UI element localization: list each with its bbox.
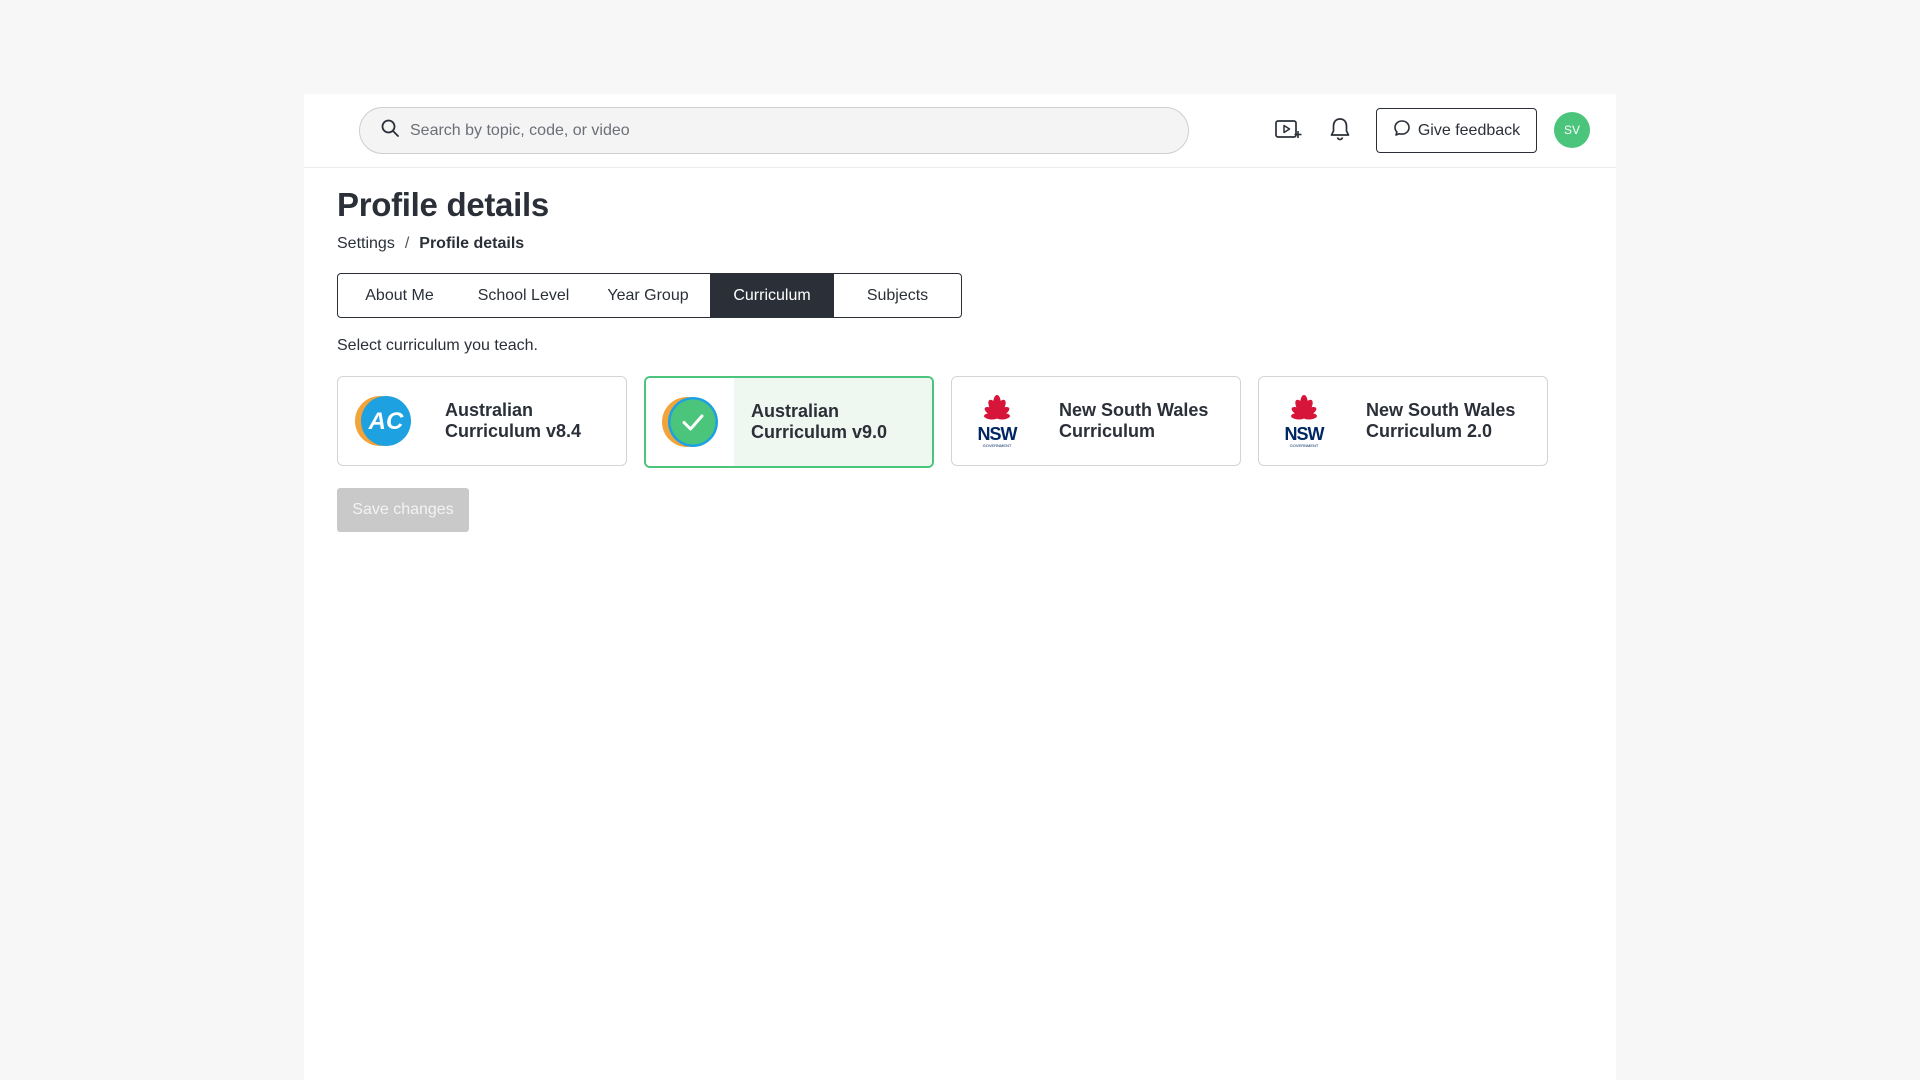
search-bar[interactable] bbox=[359, 107, 1189, 154]
ac-logo: AC bbox=[338, 377, 428, 465]
curriculum-card-label: Australian Curriculum v8.4 bbox=[445, 400, 582, 441]
selected-logo bbox=[646, 378, 734, 466]
svg-text:GOVERNMENT: GOVERNMENT bbox=[1290, 443, 1319, 448]
search-input[interactable] bbox=[410, 121, 1170, 140]
save-changes-button[interactable]: Save changes bbox=[337, 488, 469, 532]
breadcrumb-separator: / bbox=[404, 235, 410, 252]
nsw-government-logo: NSW GOVERNMENT bbox=[1259, 377, 1349, 465]
breadcrumb: Settings / Profile details bbox=[337, 235, 524, 253]
svg-text:GOVERNMENT: GOVERNMENT bbox=[983, 443, 1012, 448]
search-icon bbox=[380, 118, 400, 143]
check-icon bbox=[662, 397, 718, 447]
chat-bubble-icon bbox=[1393, 119, 1418, 142]
card-label-area: Australian Curriculum v8.4 bbox=[428, 377, 626, 465]
breadcrumb-settings-link[interactable]: Settings bbox=[337, 235, 395, 253]
give-feedback-button[interactable]: Give feedback bbox=[1376, 108, 1537, 153]
main-panel: Give feedback SV Profile details Setting… bbox=[304, 94, 1616, 1080]
tab-about-me[interactable]: About Me bbox=[338, 274, 461, 317]
curriculum-card-ac-v8-4[interactable]: AC Australian Curriculum v8.4 bbox=[337, 376, 627, 466]
give-feedback-label: Give feedback bbox=[1417, 121, 1521, 139]
curriculum-instruction: Select curriculum you teach. bbox=[337, 337, 538, 354]
user-avatar[interactable]: SV bbox=[1554, 112, 1590, 148]
notifications-button[interactable] bbox=[1323, 114, 1357, 148]
bell-icon bbox=[1328, 116, 1352, 147]
tab-subjects[interactable]: Subjects bbox=[834, 274, 961, 317]
tab-year-group[interactable]: Year Group bbox=[586, 274, 710, 317]
breadcrumb-current: Profile details bbox=[419, 235, 525, 252]
card-label-area: Australian Curriculum v9.0 bbox=[734, 378, 932, 466]
curriculum-card-nsw[interactable]: NSW GOVERNMENT New South Wales Curriculu… bbox=[951, 376, 1241, 466]
add-video-button[interactable] bbox=[1271, 114, 1305, 148]
top-bar: Give feedback SV bbox=[304, 94, 1616, 168]
curriculum-card-nsw-2-0[interactable]: NSW GOVERNMENT New South Wales Curriculu… bbox=[1258, 376, 1548, 466]
tab-curriculum[interactable]: Curriculum bbox=[710, 274, 834, 317]
svg-text:AC: AC bbox=[368, 408, 404, 435]
tab-school-level[interactable]: School Level bbox=[461, 274, 586, 317]
curriculum-card-ac-v9-0[interactable]: Australian Curriculum v9.0 bbox=[644, 376, 934, 468]
nsw-government-logo: NSW GOVERNMENT bbox=[952, 377, 1042, 465]
svg-text:NSW: NSW bbox=[1285, 424, 1325, 444]
curriculum-card-label: New South Wales Curriculum 2.0 bbox=[1366, 400, 1516, 441]
svg-text:NSW: NSW bbox=[978, 424, 1018, 444]
curriculum-card-label: New South Wales Curriculum bbox=[1059, 400, 1209, 441]
card-label-area: New South Wales Curriculum 2.0 bbox=[1349, 377, 1547, 465]
curriculum-card-label: Australian Curriculum v9.0 bbox=[751, 401, 888, 442]
video-add-icon bbox=[1274, 117, 1302, 146]
card-label-area: New South Wales Curriculum bbox=[1042, 377, 1240, 465]
page-title: Profile details bbox=[337, 186, 549, 223]
profile-tabs: About Me School Level Year Group Curricu… bbox=[337, 273, 962, 318]
